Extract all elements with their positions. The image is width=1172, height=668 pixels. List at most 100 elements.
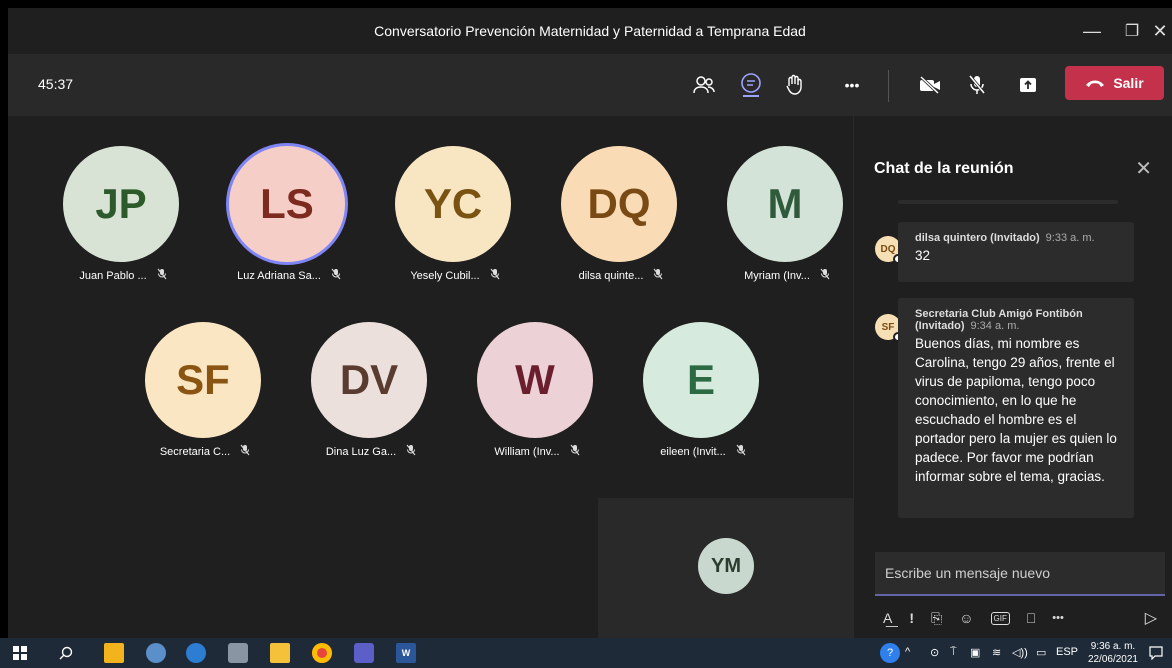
- more-compose-icon[interactable]: •••: [1052, 612, 1064, 624]
- raise-hand-icon[interactable]: [779, 69, 811, 101]
- battery-icon[interactable]: ▭: [1036, 646, 1046, 659]
- previous-message-edge: [898, 200, 1118, 204]
- participant-avatar: LS: [229, 146, 345, 262]
- participant-name-row: Myriam (Inv...: [712, 268, 862, 283]
- toolbar-divider: [888, 70, 889, 102]
- format-icon[interactable]: A͟: [883, 610, 892, 626]
- participant-tile[interactable]: LS Luz Adriana Sa...: [214, 146, 364, 296]
- participant-tile[interactable]: DV Dina Luz Ga...: [296, 322, 446, 472]
- participant-name-row: Luz Adriana Sa...: [214, 268, 364, 283]
- share-screen-icon[interactable]: [1012, 69, 1044, 101]
- windows-taskbar: W ? ^ ⊙ ⍑ ▣ ≋ ◁)) ▭ ESP 9:36 a. m. 22/06…: [0, 638, 1172, 668]
- chat-message[interactable]: dilsa quintero (Invitado) 9:33 a. m. 32: [898, 222, 1134, 282]
- close-chat-icon[interactable]: ✕: [1135, 156, 1152, 181]
- file-explorer-icon[interactable]: [270, 643, 290, 663]
- message-time: 9:34 a. m.: [970, 320, 1020, 332]
- participant-name-row: William (Inv...: [462, 444, 612, 459]
- sticker-icon[interactable]: ⎕: [1027, 610, 1035, 627]
- message-input[interactable]: [875, 552, 1165, 594]
- muted-mic-icon: [653, 268, 663, 283]
- participant-name: Dina Luz Ga...: [325, 445, 397, 458]
- important-icon[interactable]: !: [909, 610, 914, 626]
- participant-tile[interactable]: M Myriam (Inv...: [712, 146, 862, 296]
- participant-name: Secretaria C...: [159, 445, 231, 458]
- display-icon[interactable]: ▣: [970, 646, 980, 659]
- volume-icon[interactable]: ◁)): [1012, 646, 1028, 659]
- participant-avatar: M: [727, 146, 843, 262]
- paint-icon[interactable]: [146, 643, 166, 663]
- chat-message[interactable]: Secretaria Club Amigó Fontibón (Invitado…: [898, 298, 1134, 518]
- close-window-button[interactable]: ✕: [1148, 8, 1172, 54]
- notifications-icon[interactable]: [1146, 643, 1166, 663]
- participant-tile[interactable]: SF Secretaria C...: [130, 322, 280, 472]
- more-options-icon[interactable]: •••: [836, 69, 868, 101]
- participant-tile[interactable]: W William (Inv...: [462, 322, 612, 472]
- help-icon[interactable]: ?: [880, 643, 900, 663]
- muted-mic-icon: [490, 268, 500, 283]
- muted-mic-icon: [157, 268, 167, 283]
- participant-name-row: eileen (Invit...: [628, 444, 778, 459]
- taskbar-clock[interactable]: 9:36 a. m. 22/06/2021: [1088, 640, 1138, 666]
- participant-name: eileen (Invit...: [660, 445, 726, 458]
- attach-icon[interactable]: ⎘: [931, 610, 942, 627]
- participant-avatar: YC: [395, 146, 511, 262]
- microphone-off-icon[interactable]: [961, 69, 993, 101]
- participant-gallery: JP Juan Pablo ... LS Luz Adriana Sa... YC Yes…: [8, 116, 853, 638]
- participant-name: dilsa quinte...: [578, 269, 644, 282]
- edge-icon[interactable]: [186, 643, 206, 663]
- camera-app-icon[interactable]: [228, 643, 248, 663]
- search-icon[interactable]: [56, 643, 76, 663]
- message-text: Buenos días, mi nombre es Carolina, teng…: [915, 336, 1117, 484]
- participant-name: Yesely Cubil...: [410, 269, 480, 282]
- message-text: 32: [915, 248, 931, 263]
- compose-box: [875, 552, 1165, 596]
- chrome-icon[interactable]: [312, 643, 332, 663]
- send-icon[interactable]: ▷: [1145, 608, 1157, 628]
- participant-avatar: E: [643, 322, 759, 438]
- participant-tile[interactable]: DQ dilsa quinte...: [546, 146, 696, 296]
- tray-chevron-icon[interactable]: ^: [905, 646, 910, 658]
- message-sender: dilsa quintero (Invitado): [915, 232, 1040, 244]
- self-video-tile[interactable]: YM: [598, 498, 853, 638]
- clock-date: 22/06/2021: [1087, 654, 1138, 665]
- participant-tile[interactable]: Eeileen (Invit...: [628, 322, 778, 472]
- network-icon[interactable]: ⊙: [930, 646, 939, 659]
- language-indicator[interactable]: ESP: [1056, 646, 1078, 658]
- windows-start-icon[interactable]: [10, 643, 30, 663]
- meeting-chat-panel: Chat de la reunión ✕ DQ dilsa quintero (…: [853, 116, 1172, 638]
- hang-up-icon: [1086, 80, 1105, 87]
- participant-avatar: SF: [145, 322, 261, 438]
- participant-avatar: JP: [63, 146, 179, 262]
- muted-mic-icon: [240, 444, 250, 459]
- leave-label: Salir: [1113, 75, 1144, 91]
- word-icon[interactable]: W: [396, 643, 416, 663]
- participant-name-row: Secretaria C...: [130, 444, 280, 459]
- muted-mic-icon: [820, 268, 830, 283]
- chat-title: Chat de la reunión: [874, 160, 1014, 177]
- wifi-icon[interactable]: ≋: [992, 646, 1001, 659]
- participant-name: Juan Pablo ...: [79, 269, 147, 282]
- teams-icon[interactable]: [354, 643, 374, 663]
- clock-time: 9:36 a. m.: [1090, 641, 1136, 652]
- camera-off-icon[interactable]: [914, 69, 946, 101]
- muted-mic-icon: [331, 268, 341, 283]
- participant-avatar: DQ: [561, 146, 677, 262]
- leave-button[interactable]: Salir: [1065, 66, 1164, 100]
- participants-icon[interactable]: [688, 69, 720, 101]
- muted-mic-icon: [406, 444, 416, 459]
- minimize-button[interactable]: —: [1072, 8, 1112, 54]
- gif-icon[interactable]: GIF: [990, 611, 1010, 625]
- window-title-bar: Conversatorio Prevención Maternidad y Pa…: [8, 8, 1172, 54]
- emoji-icon[interactable]: ☺: [959, 610, 973, 626]
- self-avatar: YM: [698, 538, 754, 594]
- maximize-button[interactable]: ❐: [1112, 8, 1152, 54]
- participant-tile[interactable]: YC Yesely Cubil...: [380, 146, 530, 296]
- chat-icon[interactable]: [735, 69, 767, 101]
- participant-name-row: Dina Luz Ga...: [296, 444, 446, 459]
- participant-name: Luz Adriana Sa...: [237, 269, 321, 282]
- meeting-timer: 45:37: [38, 76, 74, 92]
- participant-tile[interactable]: JP Juan Pablo ...: [48, 146, 198, 296]
- usb-icon[interactable]: ⍑: [950, 646, 957, 659]
- participant-name: William (Inv...: [494, 445, 560, 458]
- store-icon[interactable]: [104, 643, 124, 663]
